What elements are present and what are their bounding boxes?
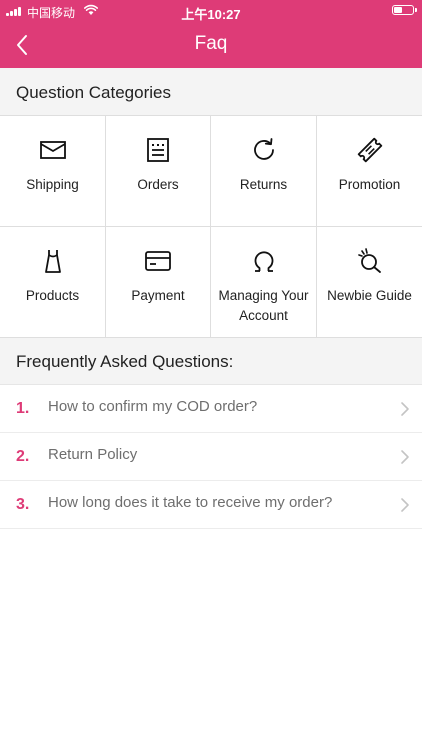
faq-number: 1. xyxy=(16,400,30,417)
category-label: Products xyxy=(25,288,80,303)
ticket-icon xyxy=(357,137,382,163)
category-label: Orders xyxy=(137,177,179,192)
category-shipping[interactable]: Shipping xyxy=(0,116,106,227)
faq-heading: Frequently Asked Questions: xyxy=(0,338,422,385)
chevron-right-icon xyxy=(401,498,409,512)
omega-account-icon xyxy=(254,251,273,272)
battery-icon xyxy=(392,5,417,15)
category-returns[interactable]: Returns xyxy=(211,116,317,227)
faq-number: 3. xyxy=(16,496,30,513)
category-label: Returns xyxy=(239,177,288,192)
newbie-guide-icon xyxy=(357,248,381,273)
category-label: Newbie Guide xyxy=(327,288,412,303)
nav-bar: Faq xyxy=(0,22,422,68)
envelope-icon xyxy=(39,141,66,159)
faq-question: Return Policy xyxy=(48,446,138,463)
faq-list: 1. How to confirm my COD order? 2. Retur… xyxy=(0,385,422,529)
page-title: Faq xyxy=(194,33,228,54)
header: 中国移动 上午10:27 Faq xyxy=(0,0,422,68)
faq-question: How long does it take to receive my orde… xyxy=(48,494,333,511)
category-grid: Shipping Orders Returns Promotion Produc… xyxy=(0,116,422,338)
category-products[interactable]: Products xyxy=(0,227,106,338)
category-label: Shipping xyxy=(26,177,79,192)
faq-item[interactable]: 3. How long does it take to receive my o… xyxy=(0,481,422,529)
faq-item[interactable]: 2. Return Policy xyxy=(0,433,422,481)
category-promotion[interactable]: Promotion xyxy=(317,116,422,227)
category-payment[interactable]: Payment xyxy=(106,227,211,338)
category-newbie-guide[interactable]: Newbie Guide xyxy=(317,227,422,338)
status-time: 上午10:27 xyxy=(181,7,241,22)
faq-question: How to confirm my COD order? xyxy=(48,398,258,415)
order-list-icon xyxy=(147,138,169,162)
faq-number: 2. xyxy=(16,448,30,465)
category-orders[interactable]: Orders xyxy=(106,116,211,227)
categories-heading: Question Categories xyxy=(0,68,422,116)
category-label: Payment xyxy=(131,288,185,303)
refresh-icon xyxy=(253,138,274,160)
faq-screen: 中国移动 上午10:27 Faq Question Categories Shi… xyxy=(0,0,422,750)
category-label: Managing Your Account xyxy=(218,288,309,323)
chevron-right-icon xyxy=(401,450,409,464)
credit-card-icon xyxy=(145,251,171,271)
status-bar: 中国移动 上午10:27 xyxy=(0,0,422,22)
chevron-right-icon xyxy=(401,402,409,416)
category-label: Promotion xyxy=(338,177,401,192)
faq-item[interactable]: 1. How to confirm my COD order? xyxy=(0,385,422,433)
dress-icon xyxy=(44,250,61,273)
category-managing-account[interactable]: Managing Your Account xyxy=(211,227,317,338)
